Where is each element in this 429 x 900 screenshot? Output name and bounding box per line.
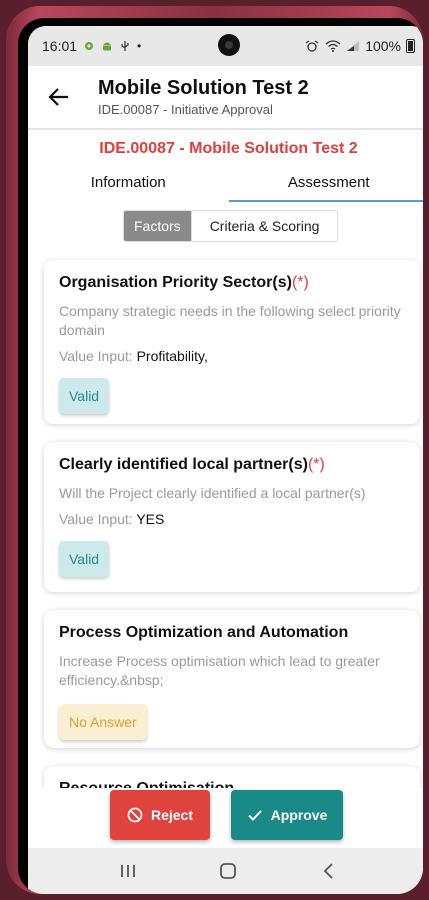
page-title: Mobile Solution Test 2	[98, 77, 309, 99]
factor-title: Process Optimization and Automation	[59, 624, 405, 642]
segment-criteria-scoring[interactable]: Criteria & Scoring	[190, 211, 338, 241]
factor-card[interactable]: Organisation Priority Sector(s)(*) Compa…	[44, 260, 420, 424]
factor-value: Value Input: YES	[59, 511, 405, 527]
usb-icon	[121, 41, 129, 51]
status-badge: Valid	[59, 541, 110, 577]
approve-label: Approve	[270, 807, 328, 823]
factor-title: Organisation Priority Sector(s)(*)	[59, 274, 405, 292]
factor-title-text: Process Optimization and Automation	[59, 624, 349, 641]
status-badge: Valid	[59, 378, 110, 414]
battery-percent: 100%	[365, 38, 401, 54]
app-bar: Mobile Solution Test 2 IDE.00087 - Initi…	[28, 66, 423, 130]
action-bar: Reject Approve	[28, 788, 423, 848]
tab-bar: Information Assessment	[28, 162, 423, 202]
status-bar: 16:01 • 100%	[28, 26, 423, 66]
value-text: Profitability,	[136, 348, 208, 364]
back-button[interactable]	[42, 80, 76, 114]
factor-title-text: Clearly identified local partner(s)	[59, 456, 308, 473]
recents-icon	[121, 865, 136, 877]
factor-list[interactable]: Organisation Priority Sector(s)(*) Compa…	[28, 252, 423, 788]
signal-icon	[347, 41, 360, 51]
value-label: Value Input:	[59, 511, 137, 527]
reject-button[interactable]: Reject	[110, 790, 210, 840]
phone-frame: 16:01 • 100% Mobile Solution Test 2 IDE.…	[6, 6, 423, 894]
block-icon	[127, 807, 143, 823]
recents-button[interactable]	[116, 859, 140, 883]
system-nav-bar	[28, 848, 423, 894]
value-text: YES	[136, 511, 165, 527]
home-icon	[220, 863, 237, 879]
alarm-icon	[305, 40, 319, 52]
status-dot: •	[137, 39, 142, 53]
approve-button[interactable]: Approve	[231, 790, 343, 840]
status-time: 16:01	[42, 38, 78, 54]
front-camera	[217, 34, 240, 56]
factor-description: Increase Process optimisation which lead…	[59, 653, 380, 688]
required-mark: (*)	[307, 456, 325, 473]
required-mark: (*)	[291, 274, 309, 291]
factor-description: Will the Project clearly identified a lo…	[59, 485, 366, 501]
segment-factors[interactable]: Factors	[124, 211, 191, 241]
value-label: Value Input:	[59, 348, 137, 364]
factor-title: Clearly identified local partner(s)(*)	[59, 456, 405, 474]
factor-title-text: Resource Optimisation	[59, 780, 234, 788]
back-nav-button[interactable]	[317, 859, 341, 883]
android-icon	[103, 42, 112, 51]
factor-title-text: Organisation Priority Sector(s)	[59, 274, 292, 291]
chevron-left-icon	[323, 863, 333, 879]
tab-information[interactable]: Information	[28, 162, 229, 202]
factor-description: Company strategic needs in the following…	[59, 303, 401, 338]
home-button[interactable]	[216, 859, 240, 883]
record-title: IDE.00087 - Mobile Solution Test 2	[99, 140, 358, 157]
segmented-control: Factors Criteria & Scoring	[123, 210, 339, 242]
reject-label: Reject	[150, 807, 194, 823]
status-badge: No Answer	[59, 704, 147, 740]
phone-bezel: 16:01 • 100% Mobile Solution Test 2 IDE.…	[18, 18, 423, 894]
tab-assessment[interactable]: Assessment	[228, 162, 423, 202]
factor-card[interactable]: Resource Optimisation	[44, 766, 420, 788]
factor-value: Value Input: Profitability,	[59, 348, 405, 364]
gear-icon	[85, 42, 94, 50]
wifi-icon	[325, 40, 341, 52]
check-icon	[247, 810, 262, 821]
factor-card[interactable]: Clearly identified local partner(s)(*) W…	[44, 442, 420, 592]
factor-card[interactable]: Process Optimization and Automation Incr…	[44, 610, 420, 748]
battery-icon	[406, 39, 415, 53]
factor-title: Resource Optimisation	[59, 780, 405, 788]
arrow-left-icon	[48, 88, 68, 106]
page-subtitle: IDE.00087 - Initiative Approval	[98, 102, 273, 117]
screen: 16:01 • 100% Mobile Solution Test 2 IDE.…	[28, 26, 423, 894]
